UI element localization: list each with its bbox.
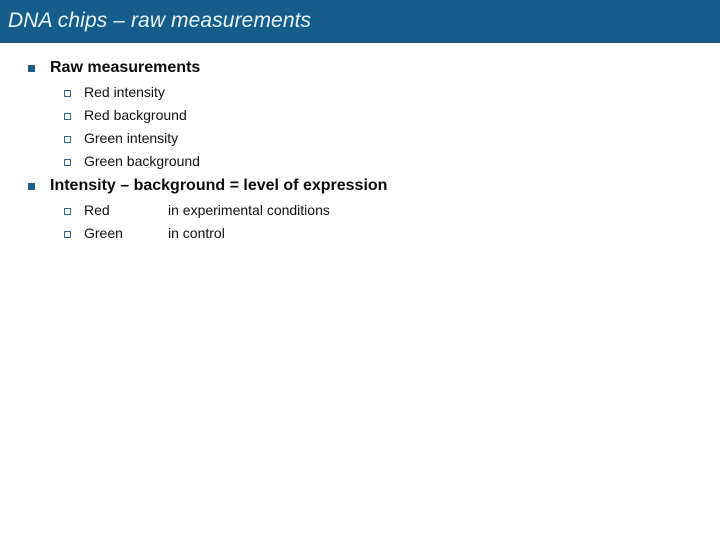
list-item-label: Red bbox=[84, 202, 110, 218]
list-item: Red background bbox=[0, 105, 720, 128]
hollow-square-bullet-icon bbox=[64, 159, 71, 166]
slide-title-banner: DNA chips – raw measurements bbox=[0, 0, 720, 43]
list-item: Red in experimental conditions bbox=[0, 200, 720, 223]
hollow-square-bullet-icon bbox=[64, 231, 71, 238]
list-item-label: Green background bbox=[84, 153, 200, 169]
sub-bullet-list: Red intensity Red background Green inten… bbox=[0, 82, 720, 174]
hollow-square-bullet-icon bbox=[64, 208, 71, 215]
list-item-label: Green bbox=[84, 225, 123, 241]
list-item-label: Red intensity bbox=[84, 84, 165, 100]
list-item: Green in control bbox=[0, 223, 720, 246]
sub-bullet-list: Red in experimental conditions Green in … bbox=[0, 200, 720, 246]
list-item-label: Green intensity bbox=[84, 130, 179, 146]
hollow-square-bullet-icon bbox=[64, 113, 71, 120]
bullet-level1-label: Intensity – background = level of expres… bbox=[50, 177, 388, 194]
filled-square-bullet-icon bbox=[28, 183, 35, 190]
bullet-level1-label: Raw measurements bbox=[50, 59, 201, 76]
content-block-raw-measurements: Raw measurements Red intensity Red backg… bbox=[0, 57, 720, 174]
list-item: Red intensity bbox=[0, 82, 720, 105]
list-item: Green intensity bbox=[0, 128, 720, 151]
hollow-square-bullet-icon bbox=[64, 136, 71, 143]
list-item: Green background bbox=[0, 151, 720, 174]
slide-content-area: Raw measurements Red intensity Red backg… bbox=[0, 43, 720, 540]
filled-square-bullet-icon bbox=[28, 65, 35, 72]
list-item-label: Red background bbox=[84, 107, 187, 123]
bullet-item-level1: Raw measurements bbox=[0, 57, 720, 81]
bullet-item-level1: Intensity – background = level of expres… bbox=[0, 175, 720, 199]
page-title: DNA chips – raw measurements bbox=[8, 9, 312, 32]
list-item-detail: in control bbox=[168, 225, 225, 241]
list-item-detail: in experimental conditions bbox=[168, 202, 330, 218]
content-block-expression-level: Intensity – background = level of expres… bbox=[0, 175, 720, 246]
hollow-square-bullet-icon bbox=[64, 90, 71, 97]
